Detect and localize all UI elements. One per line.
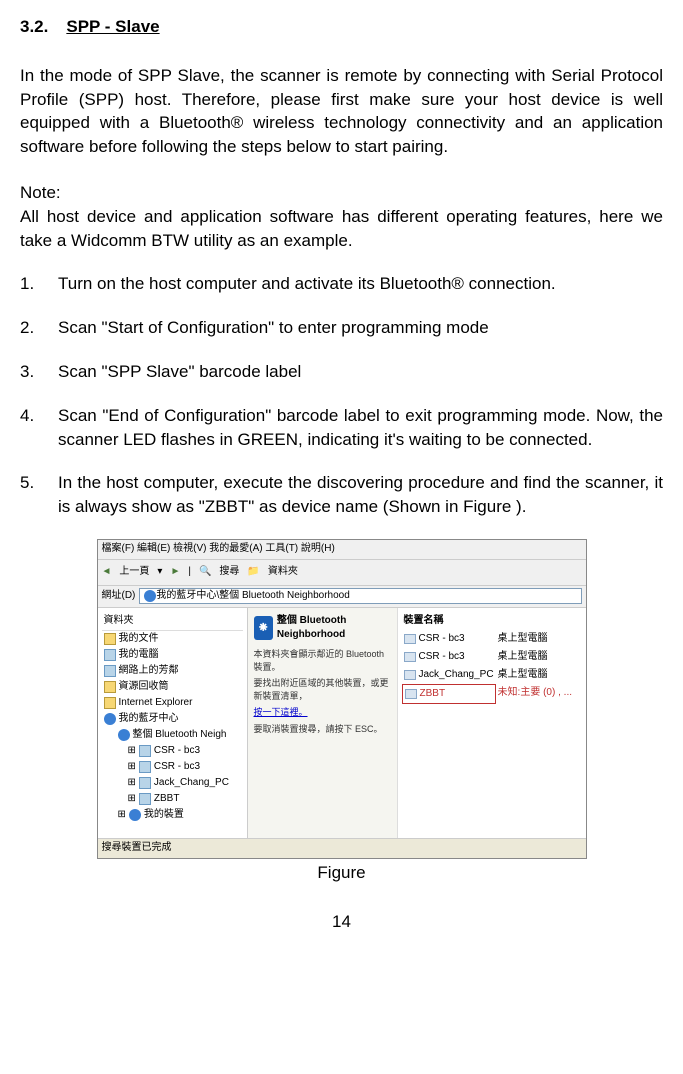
toolbar-back[interactable]: 上一頁 xyxy=(119,565,149,579)
tree-item[interactable]: ⊞ 我的裝置 xyxy=(116,807,243,823)
toolbar-sep2: | xyxy=(188,565,191,579)
bluetooth-large-icon: ⁕ xyxy=(254,616,273,640)
tree-item[interactable]: Internet Explorer xyxy=(102,695,243,711)
figure-caption: Figure xyxy=(20,861,663,885)
computer-icon xyxy=(139,793,151,805)
window-toolbar: ◄ 上一頁 ▾ ► | 🔍 搜尋 📁 資料夾 xyxy=(98,560,586,586)
computer-icon xyxy=(139,745,151,757)
tree-item[interactable]: 網路上的芳鄰 xyxy=(102,663,243,679)
screenshot-window: 檔案(F) 編輯(E) 檢視(V) 我的最愛(A) 工具(T) 說明(H) ◄ … xyxy=(97,539,587,859)
info-text: 要找出附近區域的其他裝置，或更新裝置清單， xyxy=(254,677,391,702)
pc-icon xyxy=(404,634,416,644)
device-type: 桌上型電腦 xyxy=(496,630,582,648)
list-item: 3. Scan "SPP Slave" barcode label xyxy=(20,360,663,384)
bluetooth-icon xyxy=(104,713,116,725)
address-value: 我的藍牙中心\整個 Bluetooth Neighborhood xyxy=(156,589,349,603)
section-header: 3.2. SPP - Slave xyxy=(20,15,663,39)
folder-icon[interactable]: 📁 xyxy=(247,565,259,579)
list-text: Turn on the host computer and activate i… xyxy=(58,272,663,296)
device-type: 桌上型電腦 xyxy=(496,666,582,684)
list-item: 2. Scan "Start of Configuration" to ente… xyxy=(20,316,663,340)
ie-icon xyxy=(104,697,116,709)
forward-arrow-icon[interactable]: ► xyxy=(170,565,180,579)
device-type: 未知:主要 (0) , ... xyxy=(496,684,582,702)
address-label: 網址(D) xyxy=(102,589,136,603)
sidebar-header: 資料夾 xyxy=(102,612,243,631)
bluetooth-icon xyxy=(118,729,130,741)
info-text: 本資料夾會顯示鄰近的 Bluetooth 裝置。 xyxy=(254,648,391,673)
list-number: 4. xyxy=(20,404,58,452)
computer-icon xyxy=(104,649,116,661)
window-addressbar: 網址(D) 我的藍牙中心\整個 Bluetooth Neighborhood xyxy=(98,586,586,608)
bluetooth-icon xyxy=(144,590,156,602)
bluetooth-icon xyxy=(129,809,141,821)
device-type xyxy=(496,612,582,630)
window-statusbar: 搜尋裝置已完成 xyxy=(98,838,586,858)
steps-list: 1. Turn on the host computer and activat… xyxy=(20,272,663,519)
tree-item[interactable]: 整個 Bluetooth Neigh xyxy=(116,727,243,743)
tree-item[interactable]: ⊞ CSR - bc3 xyxy=(126,759,243,775)
tree-item[interactable]: 我的文件 xyxy=(102,631,243,647)
device-item[interactable]: CSR - bc3 xyxy=(402,630,496,648)
pc-icon xyxy=(405,689,417,699)
back-arrow-icon[interactable]: ◄ xyxy=(102,565,112,579)
tree-item[interactable]: ⊞ Jack_Chang_PC xyxy=(126,775,243,791)
search-icon[interactable]: 🔍 xyxy=(199,565,211,579)
note-text: All host device and application software… xyxy=(20,205,663,253)
toolbar-sep: ▾ xyxy=(157,565,162,579)
folder-sidebar: 資料夾 我的文件 我的電腦 網路上的芳鄰 資源回收筒 Internet Expl… xyxy=(98,608,248,838)
list-text: Scan "End of Configuration" barcode labe… xyxy=(58,404,663,452)
device-item[interactable]: CSR - bc3 xyxy=(402,648,496,666)
device-item-zbbt[interactable]: ZBBT xyxy=(402,684,496,704)
device-item[interactable]: Jack_Chang_PC xyxy=(402,666,496,684)
main-panel: ⁕ 整個 Bluetooth Neighborhood 本資料夾會顯示鄰近的 B… xyxy=(248,608,586,838)
list-number: 1. xyxy=(20,272,58,296)
figure-container: 檔案(F) 編輯(E) 檢視(V) 我的最愛(A) 工具(T) 說明(H) ◄ … xyxy=(20,539,663,885)
list-text: Scan "SPP Slave" barcode label xyxy=(58,360,663,384)
recycle-icon xyxy=(104,681,116,693)
list-item: 5. In the host computer, execute the dis… xyxy=(20,471,663,519)
list-item: 4. Scan "End of Configuration" barcode l… xyxy=(20,404,663,452)
tree-item[interactable]: ⊞ ZBBT xyxy=(126,791,243,807)
toolbar-folders[interactable]: 資料夾 xyxy=(268,565,298,579)
list-number: 5. xyxy=(20,471,58,519)
pc-icon xyxy=(404,652,416,662)
device-type: 桌上型電腦 xyxy=(496,648,582,666)
network-icon xyxy=(104,665,116,677)
column-header: 裝置名稱 xyxy=(402,612,496,630)
tree-item[interactable]: 我的藍牙中心 xyxy=(102,711,243,727)
window-body: 資料夾 我的文件 我的電腦 網路上的芳鄰 資源回收筒 Internet Expl… xyxy=(98,608,586,838)
tree-item[interactable]: ⊞ CSR - bc3 xyxy=(126,743,243,759)
folder-icon xyxy=(104,633,116,645)
computer-icon xyxy=(139,777,151,789)
tree-item[interactable]: 資源回收筒 xyxy=(102,679,243,695)
section-title: SPP - Slave xyxy=(66,17,159,36)
section-number: 3.2. xyxy=(20,17,48,36)
info-title: 整個 Bluetooth Neighborhood xyxy=(277,614,391,642)
device-list: 裝置名稱 CSR - bc3 CSR - bc3 Jack_Chang_PC Z… xyxy=(398,608,586,838)
toolbar-search[interactable]: 搜尋 xyxy=(219,565,239,579)
computer-icon xyxy=(139,761,151,773)
address-input[interactable]: 我的藍牙中心\整個 Bluetooth Neighborhood xyxy=(139,588,581,604)
info-text: 要取消裝置搜尋，請按下 ESC。 xyxy=(254,723,391,736)
pc-icon xyxy=(404,670,416,680)
list-text: Scan "Start of Configuration" to enter p… xyxy=(58,316,663,340)
list-number: 3. xyxy=(20,360,58,384)
intro-paragraph: In the mode of SPP Slave, the scanner is… xyxy=(20,64,663,159)
info-link[interactable]: 按一下這裡。 xyxy=(254,706,391,719)
note-label: Note: xyxy=(20,181,663,205)
tree-item[interactable]: 我的電腦 xyxy=(102,647,243,663)
page-number: 14 xyxy=(20,910,663,934)
list-item: 1. Turn on the host computer and activat… xyxy=(20,272,663,296)
list-text: In the host computer, execute the discov… xyxy=(58,471,663,519)
list-number: 2. xyxy=(20,316,58,340)
info-panel: ⁕ 整個 Bluetooth Neighborhood 本資料夾會顯示鄰近的 B… xyxy=(248,608,398,838)
window-menubar[interactable]: 檔案(F) 編輯(E) 檢視(V) 我的最愛(A) 工具(T) 說明(H) xyxy=(98,540,586,560)
